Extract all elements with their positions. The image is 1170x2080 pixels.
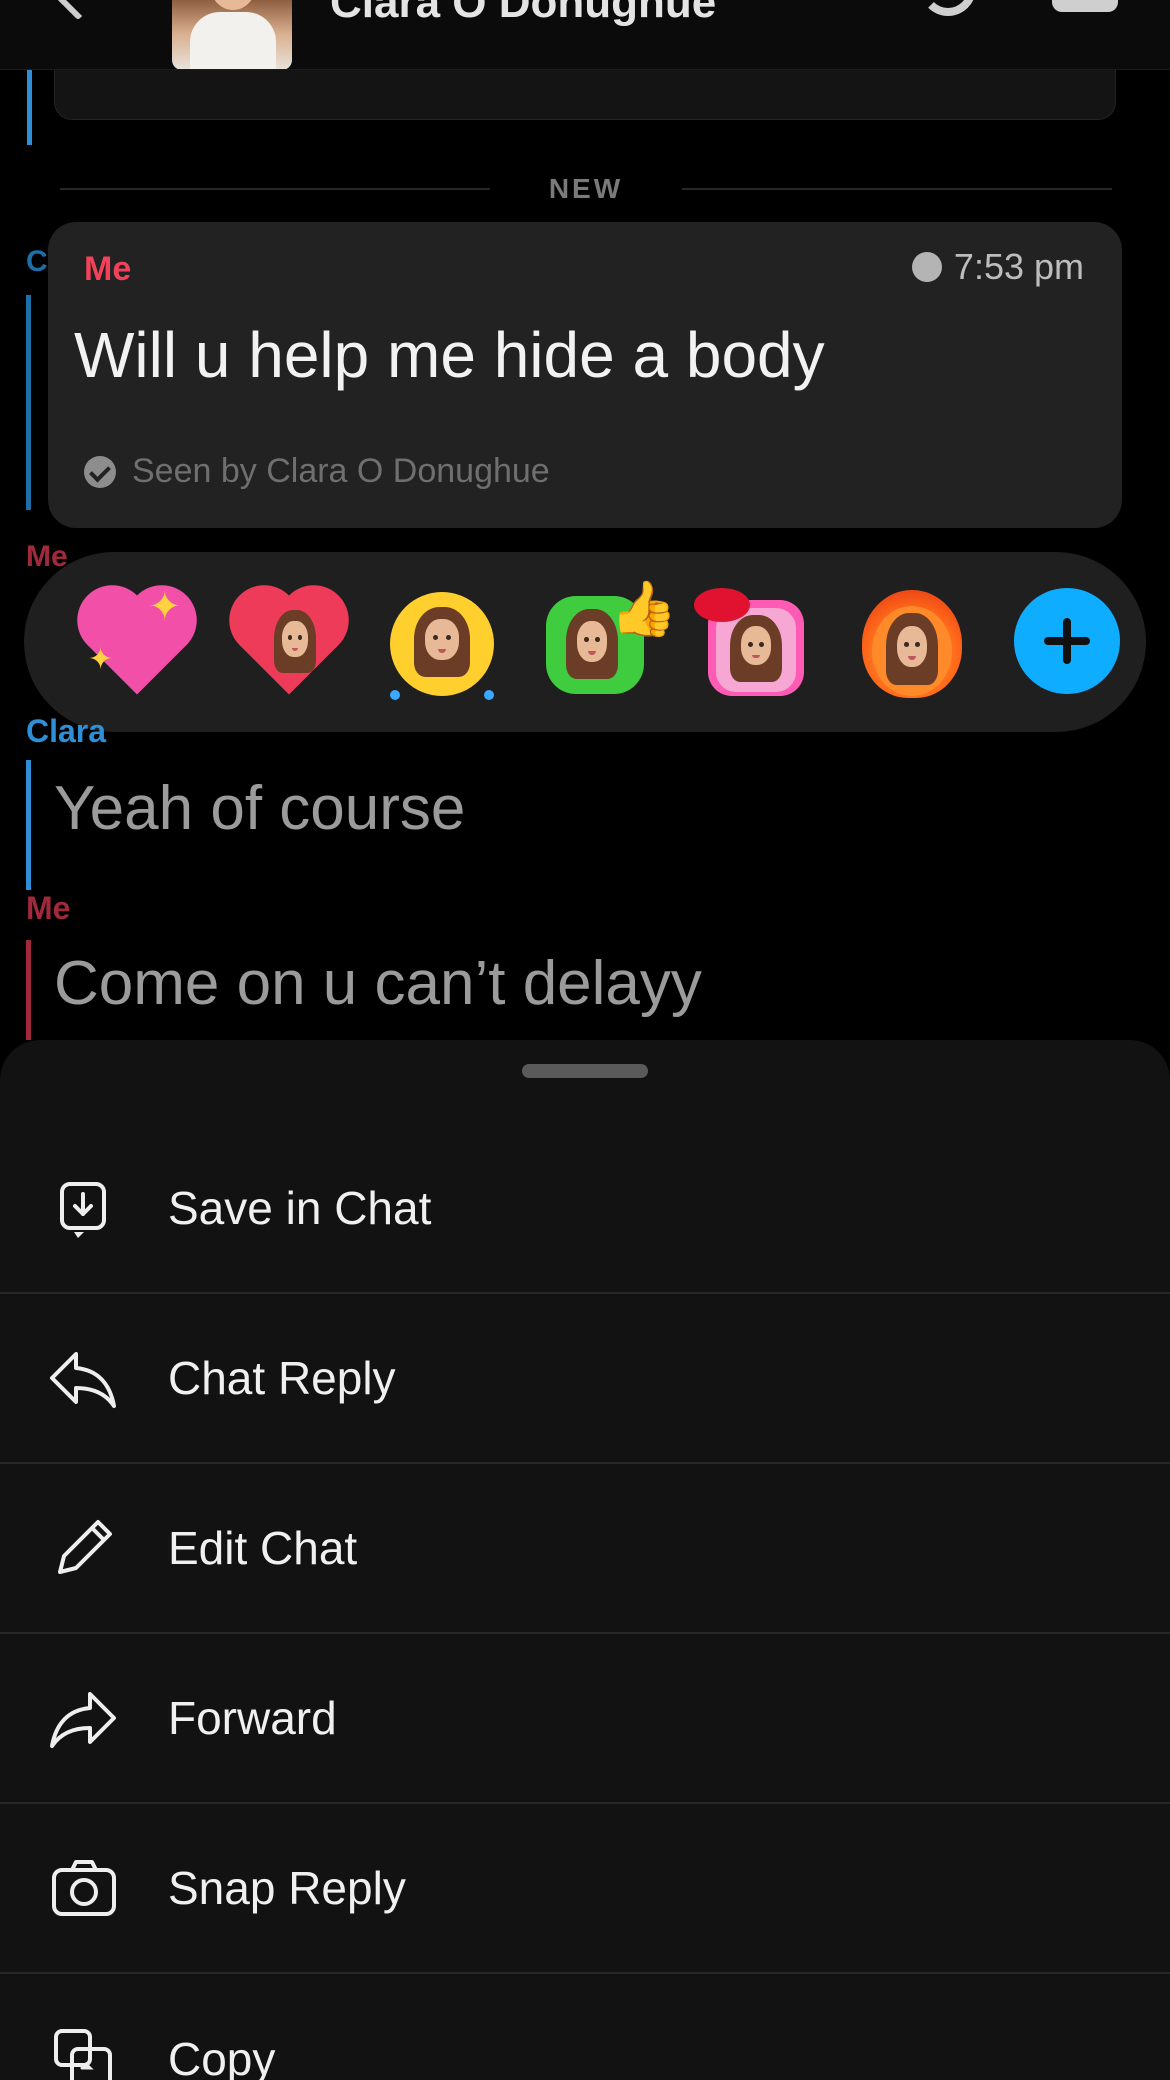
clara-message-bar bbox=[26, 760, 31, 890]
thumbs-up-icon: 👍 bbox=[610, 579, 678, 639]
message-time: 7:53 pm bbox=[911, 246, 1084, 288]
action-menu: Save in Chat Chat Reply Edit Chat Forwar… bbox=[0, 1124, 1170, 2080]
message-time-text: 7:53 pm bbox=[953, 246, 1084, 287]
me-message-bar bbox=[26, 940, 31, 1040]
bitmoji-avatar bbox=[872, 606, 952, 696]
phone-call-icon[interactable] bbox=[920, 0, 976, 16]
reply-arrow-icon bbox=[50, 1352, 116, 1408]
seen-receipt: Seen by Clara O Donughue bbox=[84, 452, 550, 491]
message-text-me[interactable]: Come on u can’t delayy bbox=[54, 948, 702, 1019]
message-text-clara[interactable]: Yeah of course bbox=[54, 773, 465, 844]
bitmoji-kiss-icon[interactable] bbox=[694, 586, 806, 698]
chat-header: Clara O Donughue bbox=[0, 0, 1170, 70]
sender-label-clara: Clara bbox=[26, 713, 107, 749]
sparkle-icon: ✦ bbox=[88, 643, 114, 676]
contact-name[interactable]: Clara O Donughue bbox=[330, 0, 716, 28]
seen-check-icon bbox=[84, 455, 116, 488]
bitmoji-fire-icon[interactable] bbox=[854, 586, 966, 698]
tear-drop-icon bbox=[484, 690, 494, 700]
clara-message-bar bbox=[26, 295, 31, 510]
menu-label: Chat Reply bbox=[168, 1352, 396, 1404]
avatar-face bbox=[210, 0, 256, 10]
sparkling-heart-icon[interactable]: ✦ ✦ bbox=[84, 585, 196, 698]
sender-label-me: Me bbox=[26, 890, 71, 926]
bitmoji-avatar bbox=[262, 604, 328, 682]
menu-label: Save in Chat bbox=[168, 1182, 432, 1234]
new-divider-line-left bbox=[60, 188, 490, 190]
clara-initial-label: C bbox=[26, 245, 48, 278]
previous-message-card bbox=[54, 70, 1116, 120]
message-text: Will u help me hide a body bbox=[74, 319, 825, 391]
menu-item-edit-chat[interactable]: Edit Chat bbox=[0, 1464, 1170, 1634]
menu-item-chat-reply[interactable]: Chat Reply bbox=[0, 1294, 1170, 1464]
reaction-bar: ✦ ✦ 👍 bbox=[24, 552, 1146, 732]
message-sender: Me bbox=[84, 250, 132, 288]
bitmoji-avatar bbox=[398, 600, 486, 688]
bitmoji-laugh-cry-icon[interactable] bbox=[386, 586, 498, 700]
menu-item-copy[interactable]: Copy bbox=[0, 1974, 1170, 2080]
status-dot-icon bbox=[911, 252, 942, 282]
menu-label: Forward bbox=[168, 1692, 337, 1744]
menu-label: Copy bbox=[168, 2033, 276, 2080]
action-sheet: Save in Chat Chat Reply Edit Chat Forwar… bbox=[0, 1040, 1170, 2080]
pencil-icon bbox=[58, 1520, 112, 1574]
back-chevron-icon[interactable] bbox=[49, 0, 107, 21]
forward-arrow-icon bbox=[50, 1692, 116, 1748]
save-download-icon bbox=[60, 1182, 106, 1238]
bitmoji-thumbs-up-icon[interactable]: 👍 bbox=[540, 579, 677, 698]
chat-area: NEW C Me Me 7:53 pm Will u help me hide … bbox=[0, 70, 1170, 1045]
copy-icon bbox=[54, 2029, 112, 2080]
bitmoji-heart-icon[interactable] bbox=[232, 586, 344, 698]
camera-icon bbox=[52, 1860, 116, 1916]
lips-icon bbox=[694, 588, 750, 622]
contact-avatar[interactable] bbox=[172, 0, 292, 69]
new-divider-line-right bbox=[682, 188, 1112, 190]
new-divider-label: NEW bbox=[548, 173, 624, 204]
menu-item-forward[interactable]: Forward bbox=[0, 1634, 1170, 1804]
sheet-drag-handle[interactable] bbox=[522, 1064, 648, 1078]
add-reaction-icon[interactable] bbox=[1014, 588, 1120, 694]
video-call-icon[interactable] bbox=[1052, 0, 1118, 12]
avatar-shirt bbox=[190, 12, 276, 69]
selected-message-card[interactable]: Me 7:53 pm Will u help me hide a body Se… bbox=[48, 222, 1122, 528]
previous-message-bar bbox=[27, 70, 32, 145]
seen-text: Seen by Clara O Donughue bbox=[132, 452, 550, 490]
menu-label: Edit Chat bbox=[168, 1522, 358, 1574]
plus-bar bbox=[1063, 618, 1071, 664]
menu-label: Snap Reply bbox=[168, 1862, 406, 1914]
sparkle-icon: ✦ bbox=[148, 585, 182, 629]
menu-item-save-in-chat[interactable]: Save in Chat bbox=[0, 1124, 1170, 1294]
tear-drop-icon bbox=[390, 690, 400, 700]
menu-item-snap-reply[interactable]: Snap Reply bbox=[0, 1804, 1170, 1974]
